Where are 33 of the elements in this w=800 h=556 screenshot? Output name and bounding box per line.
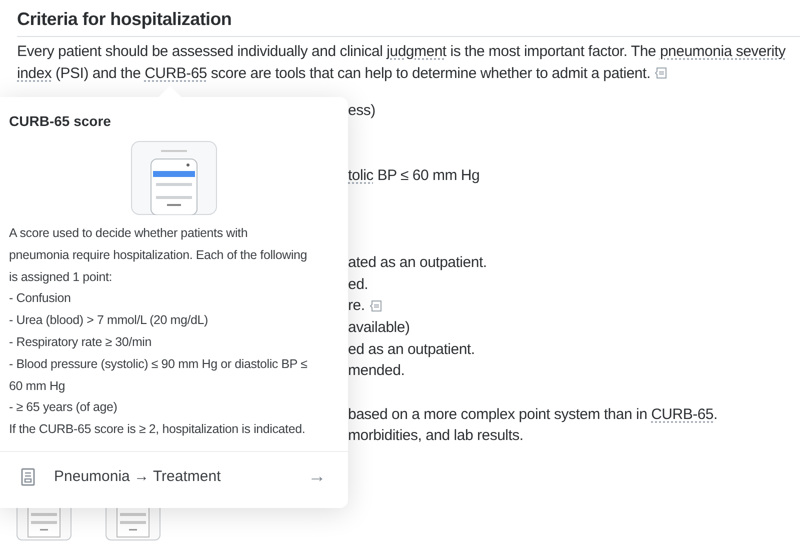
term-link[interactable]: index — [17, 65, 52, 82]
note-icon[interactable] — [368, 299, 383, 314]
popover-text: - Respiratory rate ≥ 30/min — [9, 334, 152, 351]
body-text: tolic BP ≤ 60 mm Hg — [348, 166, 480, 186]
popover-title: CURB-65 score — [8, 112, 112, 129]
term-link[interactable]: CURB-65 — [651, 406, 714, 423]
body-text: ess) — [348, 101, 376, 121]
section-heading: Criteria for hospitalization — [16, 8, 233, 31]
body-text: based on a more complex point system than in CURB-65. — [348, 404, 718, 425]
body-text: ed as an outpatient. — [348, 340, 475, 360]
popover-text: A score used to decide whether patients with — [9, 225, 249, 242]
popover-text: - Blood pressure (systolic) ≤ 90 mm Hg or diastolic BP ≤ — [9, 356, 308, 373]
body-text: mended. — [348, 361, 405, 382]
popover-text: pneumonia require hospitalization. Each of the following — [9, 246, 308, 264]
term-link[interactable]: tolic — [348, 167, 374, 184]
intro-paragraph: Every patient should be assessed individually and clinical judgment is the most important factor. The pneumonia severity index (PSI) and the CURB-65 score are tools that can help to determine whether to admit a patient. — [17, 42, 787, 84]
term-link[interactable]: pneumonia severity — [660, 43, 786, 60]
term-link[interactable]: judgment — [386, 43, 446, 60]
popover-text: - Urea (blood) > 7 mmol/L (20 mg/dL) — [9, 312, 210, 330]
term-link[interactable]: CURB-65 — [144, 65, 208, 82]
article-link[interactable]: Pneumonia → Treatment → — [0, 452, 348, 502]
popover-text: - ≥ 65 years (of age) — [9, 399, 118, 416]
body-text: available) — [348, 318, 410, 338]
body-text: ed. — [348, 274, 368, 294]
popover-text: - Confusion — [9, 290, 72, 308]
popover-text: If the CURB-65 score is ≥ 2, hospitalization is indicated. — [9, 421, 306, 438]
popover-text: is assigned 1 point: — [9, 268, 114, 286]
document-icon — [21, 468, 35, 486]
popover-text: 60 mm Hg — [9, 378, 66, 395]
note-icon[interactable] — [654, 66, 668, 80]
body-text: ated as an outpatient. — [348, 252, 487, 273]
body-text: re. — [348, 296, 365, 316]
body-text: morbidities, and lab results. — [348, 426, 524, 446]
